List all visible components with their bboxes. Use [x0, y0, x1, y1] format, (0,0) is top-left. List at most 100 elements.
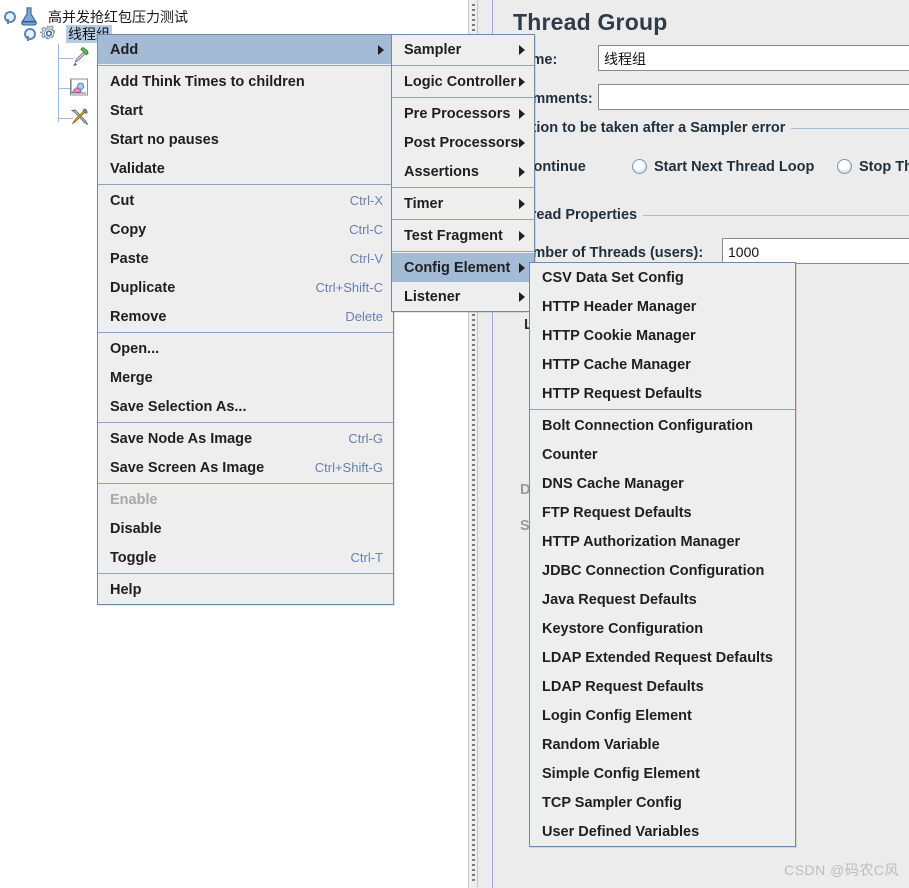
menu-item-label: Pre Processors: [404, 105, 511, 122]
add-menu-item-sampler[interactable]: Sampler: [392, 35, 534, 64]
context-menu-item-merge[interactable]: Merge: [98, 363, 393, 392]
menu-item-label: HTTP Request Defaults: [542, 385, 703, 402]
menu-item-label: LDAP Request Defaults: [542, 678, 704, 695]
menu-item-label: Keystore Configuration: [542, 620, 704, 637]
menu-item-label: Add: [110, 41, 139, 58]
add-menu-separator: [392, 187, 534, 188]
context-menu-item-add[interactable]: Add: [98, 35, 393, 64]
num-threads-label: Number of Threads (users):: [513, 245, 704, 261]
add-menu-item-listener[interactable]: Listener: [392, 282, 534, 311]
config-menu-item-random-variable[interactable]: Random Variable: [530, 730, 795, 759]
config-element-submenu[interactable]: CSV Data Set Config HTTP Header Manager HT…: [529, 262, 796, 847]
context-menu-item-open[interactable]: Open...: [98, 334, 393, 363]
config-menu-item-counter[interactable]: Counter: [530, 440, 795, 469]
page-title: Thread Group: [513, 9, 668, 35]
context-menu-item-paste[interactable]: Paste Ctrl-V: [98, 244, 393, 273]
config-menu-item-ftp-request-defaults[interactable]: FTP Request Defaults: [530, 498, 795, 527]
context-menu-separator: [98, 332, 393, 333]
context-menu-item-start[interactable]: Start: [98, 96, 393, 125]
context-menu-separator: [98, 573, 393, 574]
add-menu-separator: [392, 97, 534, 98]
context-menu-item-help[interactable]: Help: [98, 575, 393, 604]
name-input[interactable]: 线程组: [598, 45, 909, 71]
menu-item-label: Start no pauses: [110, 131, 219, 148]
config-menu-item-simple-config-element[interactable]: Simple Config Element: [530, 759, 795, 788]
add-menu-item-post-processors[interactable]: Post Processors: [392, 128, 534, 157]
config-menu-item-csv-data-set-config[interactable]: CSV Data Set Config: [530, 263, 795, 292]
config-menu-item-http-header-manager[interactable]: HTTP Header Manager: [530, 292, 795, 321]
submenu-arrow-icon: [519, 198, 525, 209]
menu-item-shortcut: Ctrl-X: [349, 193, 383, 208]
menu-item-label: Listener: [404, 288, 461, 305]
config-menu-item-http-cache-manager[interactable]: HTTP Cache Manager: [530, 350, 795, 379]
context-menu-item-save-node-as-image[interactable]: Save Node As Image Ctrl-G: [98, 424, 393, 453]
tools-wrench-screwdriver-icon: [66, 105, 92, 131]
menu-item-label: HTTP Authorization Manager: [542, 533, 741, 550]
add-menu-item-config-element[interactable]: Config Element: [392, 253, 534, 282]
config-menu-item-keystore-configuration[interactable]: Keystore Configuration: [530, 614, 795, 643]
context-menu-item-add-think-times-to-children[interactable]: Add Think Times to children: [98, 67, 393, 96]
context-menu-item-validate[interactable]: Validate: [98, 154, 393, 183]
config-menu-item-java-request-defaults[interactable]: Java Request Defaults: [530, 585, 795, 614]
menu-item-shortcut: Ctrl-V: [349, 251, 383, 266]
expand-handle-icon[interactable]: [2, 10, 16, 24]
context-menu-separator: [98, 483, 393, 484]
menu-item-label: Java Request Defaults: [542, 591, 697, 608]
comments-input[interactable]: [598, 84, 909, 110]
add-menu-separator: [392, 219, 534, 220]
config-menu-item-ldap-extended-request-defaults[interactable]: LDAP Extended Request Defaults: [530, 643, 795, 672]
menu-item-label: Disable: [110, 520, 162, 537]
add-menu-item-pre-processors[interactable]: Pre Processors: [392, 99, 534, 128]
context-menu-item-save-screen-as-image[interactable]: Save Screen As Image Ctrl+Shift-G: [98, 453, 393, 482]
menu-item-label: HTTP Header Manager: [542, 298, 697, 315]
context-menu-item-duplicate[interactable]: Duplicate Ctrl+Shift-C: [98, 273, 393, 302]
radio-start-next-thread-loop[interactable]: [632, 159, 647, 174]
add-menu-item-test-fragment[interactable]: Test Fragment: [392, 221, 534, 250]
context-menu-item-start-no-pauses[interactable]: Start no pauses: [98, 125, 393, 154]
config-menu-item-login-config-element[interactable]: Login Config Element: [530, 701, 795, 730]
config-menu-item-jdbc-connection-configuration[interactable]: JDBC Connection Configuration: [530, 556, 795, 585]
menu-item-label: Sampler: [404, 41, 462, 58]
config-menu-item-http-authorization-manager[interactable]: HTTP Authorization Manager: [530, 527, 795, 556]
context-menu-item-save-selection-as[interactable]: Save Selection As...: [98, 392, 393, 421]
menu-item-label: Save Node As Image: [110, 430, 253, 447]
config-menu-item-tcp-sampler-config[interactable]: TCP Sampler Config: [530, 788, 795, 817]
context-menu-item-cut[interactable]: Cut Ctrl-X: [98, 186, 393, 215]
config-menu-item-user-defined-variables[interactable]: User Defined Variables: [530, 817, 795, 846]
config-menu-item-ldap-request-defaults[interactable]: LDAP Request Defaults: [530, 672, 795, 701]
menu-item-label: Start: [110, 102, 144, 119]
context-menu-item-toggle[interactable]: Toggle Ctrl-T: [98, 543, 393, 572]
config-menu-item-http-request-defaults[interactable]: HTTP Request Defaults: [530, 379, 795, 408]
add-menu-item-assertions[interactable]: Assertions: [392, 157, 534, 186]
config-menu-item-http-cookie-manager[interactable]: HTTP Cookie Manager: [530, 321, 795, 350]
tree-context-menu[interactable]: Add Add Think Times to children Start Start…: [97, 34, 394, 605]
expand-handle-icon[interactable]: [22, 27, 36, 41]
num-threads-input[interactable]: 1000: [722, 238, 909, 264]
context-menu-item-disable[interactable]: Disable: [98, 514, 393, 543]
menu-item-label: Paste: [110, 250, 149, 267]
tree-node-child-tools[interactable]: [66, 105, 96, 131]
context-menu-item-copy[interactable]: Copy Ctrl-C: [98, 215, 393, 244]
radio-label-stop-thread[interactable]: Stop Thread: [859, 159, 909, 175]
menu-item-label: Test Fragment: [404, 227, 503, 244]
submenu-arrow-icon: [519, 108, 525, 119]
context-menu-item-remove[interactable]: Remove Delete: [98, 302, 393, 331]
menu-item-label: Random Variable: [542, 736, 660, 753]
menu-item-label: Simple Config Element: [542, 765, 700, 782]
menu-item-label: User Defined Variables: [542, 823, 700, 840]
submenu-arrow-icon: [519, 262, 525, 273]
config-menu-item-dns-cache-manager[interactable]: DNS Cache Manager: [530, 469, 795, 498]
menu-item-label: Save Selection As...: [110, 398, 247, 415]
tree-node-child-graph-results[interactable]: [66, 75, 96, 101]
radio-stop-thread[interactable]: [837, 159, 852, 174]
tree-node-child-http-request[interactable]: [66, 45, 96, 71]
menu-item-label: CSV Data Set Config: [542, 269, 684, 286]
add-submenu[interactable]: Sampler Logic Controller Pre Processors Pos…: [391, 34, 535, 312]
add-menu-item-logic-controller[interactable]: Logic Controller: [392, 67, 534, 96]
config-menu-item-bolt-connection-configuration[interactable]: Bolt Connection Configuration: [530, 411, 795, 440]
radio-label-start-next-thread-loop[interactable]: Start Next Thread Loop: [654, 159, 814, 175]
jmeter-window: 高并发抢红包压力测试 线程组 Thread Group Name: 线程组 Co…: [0, 0, 909, 888]
graph-results-chart-icon: [66, 75, 92, 101]
menu-item-shortcut: Delete: [345, 309, 383, 324]
add-menu-item-timer[interactable]: Timer: [392, 189, 534, 218]
